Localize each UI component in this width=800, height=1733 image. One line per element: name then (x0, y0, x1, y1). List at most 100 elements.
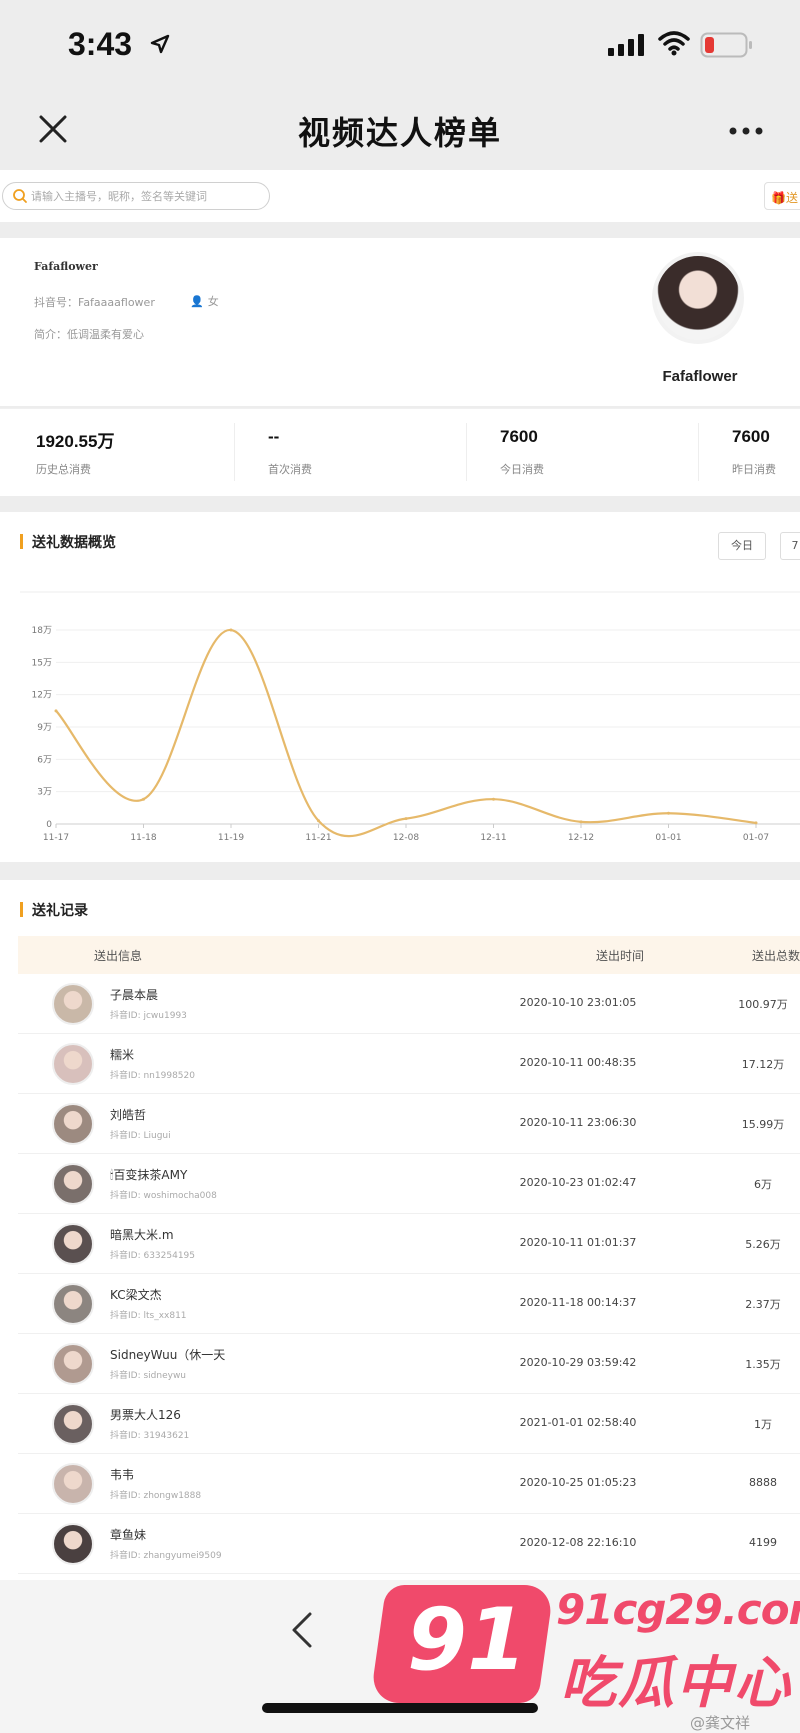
avatar[interactable] (52, 1343, 94, 1385)
x-tick-label: 01-07 (743, 833, 769, 843)
user-id: 抖音ID: sidneywu (110, 1371, 187, 1381)
x-tick-label: 11-17 (43, 833, 69, 843)
data-point[interactable] (667, 811, 670, 815)
home-indicator[interactable] (262, 1703, 538, 1713)
user-id: 抖音ID: 31943621 (110, 1431, 190, 1441)
header-amount: 送出总数 (752, 949, 800, 963)
table-row[interactable]: 子晨本晨 抖音ID: jcwu1993 2020-10-10 23:01:05 100… (18, 974, 800, 1034)
user-name: 刘皓哲 (110, 1108, 147, 1122)
user-id: 抖音ID: zhongw1888 (110, 1491, 202, 1501)
profile-account: 抖音号：Fafaaaaflower (34, 296, 155, 309)
table-row[interactable]: 章鱼妹 抖音ID: zhangyumei9509 2020-12-08 22:16:… (18, 1514, 800, 1574)
avatar[interactable] (52, 1043, 94, 1085)
nav-bar: 视频达人榜单 (0, 90, 800, 170)
gift-amount: 1.35万 (745, 1358, 781, 1371)
y-tick-label: 12万 (32, 691, 52, 701)
section-title: 送礼记录 (20, 900, 88, 920)
user-id: 抖音ID: Liugui (110, 1131, 171, 1141)
gift-amount: 100.97万 (738, 998, 788, 1011)
user-id: 抖音ID: nn1998520 (110, 1071, 195, 1081)
x-tick-label: 12-08 (393, 833, 419, 843)
avatar[interactable] (52, 1403, 94, 1445)
female-icon: 👤 (190, 295, 204, 308)
gift-time: 2020-10-11 23:06:30 (519, 1116, 637, 1129)
table-row[interactable]: 暗黑大米.m 抖音ID: 633254195 2020-10-11 01:01:37… (18, 1214, 800, 1274)
y-tick-label: 0 (46, 820, 52, 830)
header-info: 送出信息 (94, 949, 143, 963)
table-row[interactable]: 糯米 抖音ID: nn1998520 2020-10-11 00:48:35 17.1… (18, 1034, 800, 1094)
table-row[interactable]: 男票大人126 抖音ID: 31943621 2021-01-01 02:58:40… (18, 1394, 800, 1454)
search-bar: 🎁送 (0, 170, 800, 222)
gift-time: 2020-10-11 01:01:37 (519, 1236, 637, 1249)
gift-button-label: 送 (785, 191, 798, 205)
gift-amount: 1万 (754, 1418, 772, 1431)
gift-amount: 8888 (749, 1476, 777, 1489)
stat-value: 7600 (732, 427, 770, 446)
stats-row: 1920.55万 历史总消费 -- 首次消费 7600 今日消费 7600 昨日… (0, 408, 800, 496)
avatar[interactable] (52, 1523, 94, 1565)
data-point[interactable] (317, 819, 320, 823)
stat-value: 1920.55万 (36, 432, 115, 451)
avatar[interactable] (52, 1283, 94, 1325)
gift-amount: 17.12万 (741, 1058, 785, 1071)
x-tick-label: 01-01 (655, 833, 681, 843)
status-bar: 3:43 (0, 0, 800, 90)
data-point[interactable] (754, 821, 758, 825)
gift-overview-card: 送礼数据概览 今日 7 0 3万 6万 9万 12万 15万 18万 11-17 11-18 11… (0, 512, 800, 862)
avatar[interactable] (52, 1163, 94, 1205)
data-point[interactable] (229, 628, 233, 632)
data-point[interactable] (54, 709, 58, 713)
more-icon[interactable] (728, 126, 764, 136)
user-name: 糯米 (110, 1048, 135, 1062)
range-today-button[interactable]: 今日 (718, 532, 766, 560)
table-row[interactable]: SidneyWuu（休一天抖音ID: sidneywu 2020-10-29 03… (18, 1334, 800, 1394)
divider (698, 423, 699, 481)
y-tick-label: 3万 (37, 788, 52, 798)
table-row[interactable]: KC梁文杰 抖音ID: lts_xx811 2020-11-18 00:14:37 2… (18, 1274, 800, 1334)
user-id: 抖音ID: zhangyumei9509 (110, 1551, 222, 1561)
avatar[interactable] (52, 1103, 94, 1145)
user-id: 抖音ID: jcwu1993 (110, 1011, 187, 1021)
gift-button[interactable]: 🎁送 (764, 182, 800, 210)
gift-amount: 5.26万 (745, 1238, 781, 1251)
user-name: 暗黑大米.m (110, 1228, 174, 1242)
gift-time: 2020-10-29 03:59:42 (519, 1356, 637, 1369)
avatar[interactable] (52, 1223, 94, 1265)
y-tick-label: 15万 (32, 658, 52, 668)
back-icon[interactable] (290, 1610, 314, 1650)
y-tick-label: 9万 (37, 723, 52, 733)
search-input[interactable] (31, 187, 261, 205)
gift-line-chart: 0 3万 6万 9万 12万 15万 18万 11-17 11-18 11-19 11-21 12-0… (20, 591, 800, 843)
data-point[interactable] (142, 797, 145, 801)
data-point[interactable] (492, 797, 495, 801)
divider (234, 423, 235, 481)
avatar[interactable] (52, 983, 94, 1025)
data-point[interactable] (404, 817, 408, 821)
gift-time: 2020-10-23 01:02:47 (519, 1176, 637, 1189)
series-line (55, 628, 757, 838)
signal-icon (608, 34, 644, 56)
user-name: 韦韦 (110, 1468, 135, 1482)
profile-gender: 👤 女 (190, 293, 219, 309)
table-row[interactable]: 韦韦 抖音ID: zhongw1888 2020-10-25 01:05:23 888… (18, 1454, 800, 1514)
user-name: KC梁文杰 (110, 1288, 162, 1302)
stat-label: 历史总消费 (36, 463, 91, 476)
table-row[interactable]: 🕯百变抹茶AMY 抖音ID: woshimocha008 2020-10-23 01… (18, 1154, 800, 1214)
table-row[interactable]: 刘皓哲 抖音ID: Liugui 2020-10-11 23:06:30 15.99万 (18, 1094, 800, 1154)
range-7d-button[interactable]: 7 (780, 532, 800, 560)
search-box[interactable] (2, 182, 270, 210)
gift-amount: 6万 (754, 1178, 772, 1191)
x-tick-label: 11-21 (305, 833, 331, 843)
header-time: 送出时间 (596, 949, 645, 963)
divider (466, 423, 467, 481)
x-tick-label: 11-19 (218, 833, 244, 843)
user-name: 章鱼妹 (110, 1528, 147, 1542)
watermark-name: 吃瓜中心 (560, 1651, 792, 1716)
data-point[interactable] (579, 820, 583, 824)
watermark-weibo: @龚文祥 (690, 1714, 751, 1732)
profile-avatar[interactable] (652, 252, 744, 344)
gift-time: 2020-10-10 23:01:05 (519, 996, 637, 1009)
user-name: SidneyWuu（休一天 (110, 1348, 226, 1362)
avatar[interactable] (52, 1463, 94, 1505)
location-arrow-icon (150, 34, 170, 54)
